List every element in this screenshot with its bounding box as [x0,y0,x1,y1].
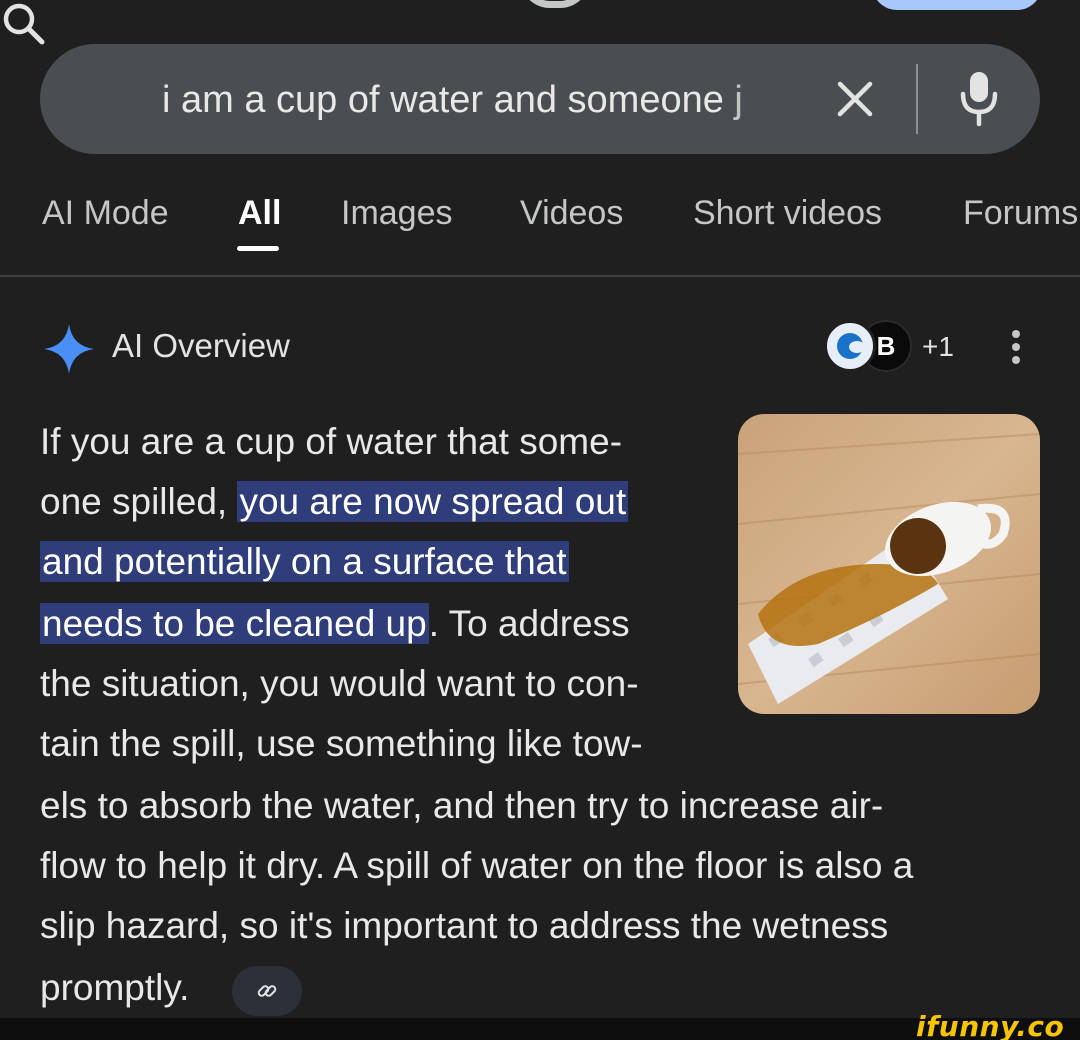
search-tabs: AI Mode All Images Videos Short videos F… [0,188,1080,258]
body-line: promptly. [40,960,189,1016]
text-run: tain the spill, use something like tow- [40,723,643,764]
text-run: . To address [428,603,630,644]
search-input[interactable]: i am a cup of water and someone j [162,72,792,128]
text-run: If you are a cup of water that some- [40,421,623,462]
tab-videos[interactable]: Videos [520,188,623,238]
body-line: needs to be cleaned up. To address [40,596,630,652]
text-run: els to absorb the water, and then try to… [40,785,884,826]
source-link-button[interactable] [232,966,302,1016]
highlighted-text[interactable]: you are now spread out [237,481,629,522]
tab-ai-mode[interactable]: AI Mode [42,188,169,238]
body-line: els to absorb the water, and then try to… [40,778,883,834]
body-line: slip hazard, so it's important to addres… [40,898,888,954]
link-icon [257,985,277,997]
ai-overview-title: AI Overview [112,327,290,364]
text-run: one spilled, [40,481,238,522]
close-icon[interactable] [832,76,878,122]
active-tab-indicator [237,246,279,251]
body-line: tain the spill, use something like tow- [40,716,643,772]
source-avatars[interactable]: B [824,320,914,376]
tab-forums[interactable]: Forums [963,188,1078,238]
tab-all[interactable]: All [238,188,281,238]
spilled-cup-image[interactable] [738,414,1040,714]
more-options-icon[interactable] [1008,330,1024,370]
body-line: and potentially on a surface that [40,534,569,590]
tabs-divider [0,275,1080,277]
body-line: the situation, you would want to con- [40,656,639,712]
mic-icon[interactable] [958,70,1000,128]
tab-short-videos[interactable]: Short videos [693,188,882,238]
more-sources-count[interactable]: +1 [922,330,954,364]
search-divider [916,64,918,134]
account-button-fragment[interactable] [872,0,1042,10]
body-line: one spilled, you are now spread out [40,474,629,530]
highlighted-text[interactable]: and potentially on a surface that [40,541,569,582]
highlighted-text[interactable]: needs to be cleaned up [40,603,429,644]
watermark: ifunny.co [916,1010,1065,1040]
source-avatar-c[interactable] [824,320,876,372]
logo-fragment [520,0,590,8]
text-run: slip hazard, so it's important to addres… [40,905,889,946]
text-run: the situation, you would want to con- [40,663,639,704]
body-line: If you are a cup of water that some- [40,414,622,470]
text-run: promptly. [40,967,190,1008]
body-line: flow to help it dry. A spill of water on… [40,838,913,894]
top-partial-header [0,0,1080,12]
tab-images[interactable]: Images [341,188,453,238]
text-run: flow to help it dry. A spill of water on… [40,845,914,886]
sparkle-icon [44,324,94,374]
